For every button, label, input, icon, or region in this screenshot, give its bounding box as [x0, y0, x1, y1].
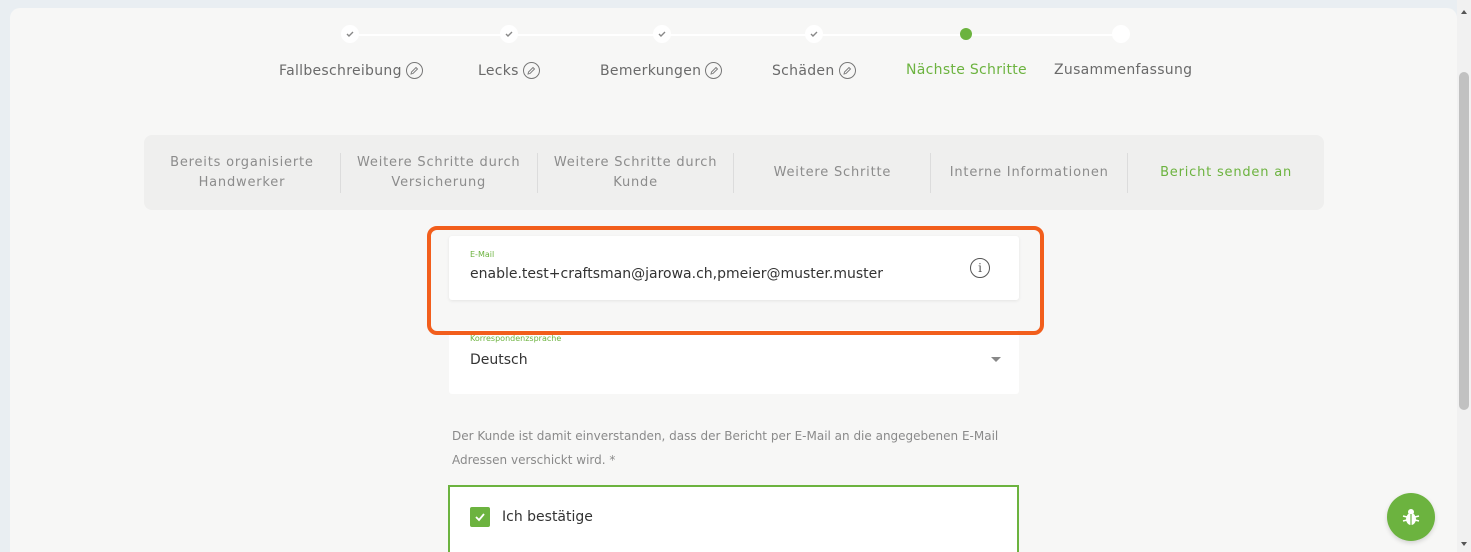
confirm-checkbox[interactable] [470, 507, 490, 527]
step-schaeden[interactable]: Schäden [772, 62, 856, 79]
subtab-weitere-schritte-versicherung[interactable]: Weitere Schritte durch Versicherung [339, 152, 537, 193]
step-dot-naechste-schritte[interactable] [960, 28, 972, 40]
step-dot-lecks[interactable] [500, 25, 518, 43]
pencil-icon[interactable] [522, 62, 540, 79]
scroll-up-arrow-icon[interactable] [1461, 10, 1467, 14]
step-dot-zusammenfassung[interactable] [1112, 25, 1130, 43]
bug-icon [1402, 509, 1420, 525]
pencil-icon[interactable] [705, 62, 723, 79]
confirm-box[interactable]: Ich bestätige [448, 485, 1019, 552]
step-naechste-schritte[interactable]: Nächste Schritte [906, 62, 1027, 78]
step-label-text: Nächste Schritte [906, 62, 1027, 78]
confirm-label: Ich bestätige [502, 509, 593, 525]
step-zusammenfassung[interactable]: Zusammenfassung [1054, 62, 1192, 78]
check-icon [346, 31, 354, 37]
step-dot-fallbeschreibung[interactable] [341, 25, 359, 43]
step-dot-bemerkungen[interactable] [653, 25, 671, 43]
subtab-bericht-senden-an[interactable]: Bericht senden an [1127, 152, 1324, 193]
scrollbar[interactable] [1457, 0, 1471, 552]
scroll-thumb[interactable] [1459, 72, 1469, 410]
step-label-text: Lecks [478, 62, 519, 79]
check-icon [810, 31, 818, 37]
pencil-icon[interactable] [405, 62, 423, 79]
language-select-label: Korrespondenzsprache [470, 334, 562, 343]
subtab-bar: Bereits organisierte Handwerker Weitere … [144, 135, 1324, 210]
step-dot-schaeden[interactable] [805, 25, 823, 43]
language-select-value: Deutsch [470, 352, 528, 368]
bug-report-button[interactable] [1387, 493, 1435, 541]
check-icon [475, 513, 485, 522]
subtab-weitere-schritte[interactable]: Weitere Schritte [733, 152, 930, 193]
subtab-bereits-organisierte-handwerker[interactable]: Bereits organisierte Handwerker [144, 153, 340, 193]
step-fallbeschreibung[interactable]: Fallbeschreibung [279, 62, 423, 79]
highlight-box [427, 226, 1044, 335]
scroll-down-arrow-icon[interactable] [1461, 542, 1467, 546]
step-label-text: Bemerkungen [600, 62, 702, 79]
check-icon [505, 31, 513, 37]
step-label-text: Fallbeschreibung [279, 62, 402, 79]
step-label-text: Zusammenfassung [1054, 62, 1193, 78]
subtab-weitere-schritte-kunde[interactable]: Weitere Schritte durch Kunde [536, 152, 734, 193]
language-select[interactable]: Korrespondenzsprache Deutsch [449, 330, 1019, 394]
step-bemerkungen[interactable]: Bemerkungen [600, 62, 723, 79]
check-icon [658, 31, 666, 37]
caret-down-icon[interactable] [991, 357, 1001, 362]
step-lecks[interactable]: Lecks [478, 62, 540, 79]
stepper-line [359, 34, 1121, 36]
subtab-interne-informationen[interactable]: Interne Informationen [930, 152, 1127, 193]
step-label-text: Schäden [772, 62, 835, 79]
consent-text: Der Kunde ist damit einverstanden, dass … [452, 429, 999, 467]
pencil-icon[interactable] [838, 62, 856, 79]
